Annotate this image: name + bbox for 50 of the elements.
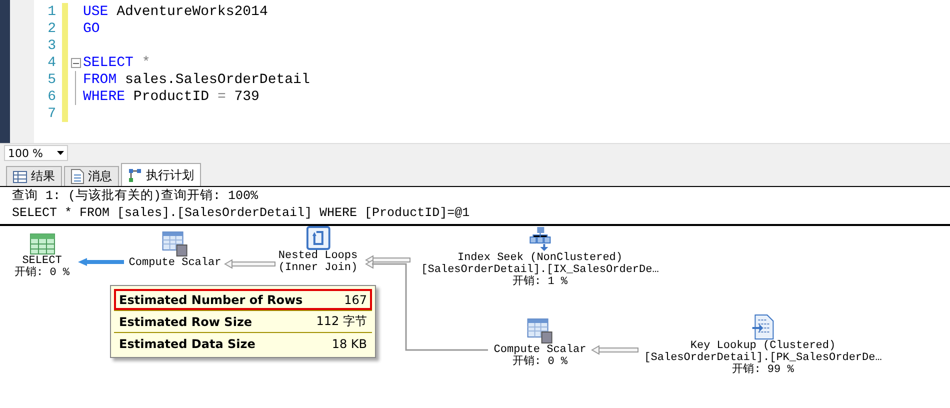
operator-name: Compute Scalar xyxy=(494,344,586,356)
data-flow-arrow xyxy=(591,345,638,355)
property-value: 167 xyxy=(344,292,367,306)
object-name: [SalesOrderDetail].[PK_SalesOrderDe… xyxy=(644,352,882,364)
operator-name: Compute Scalar xyxy=(128,257,222,269)
property-name: Estimated Row Size xyxy=(119,314,252,328)
calculator-table-icon xyxy=(162,231,188,257)
cost-label: 开销: 1 % xyxy=(512,276,568,288)
property-value: 18 KB xyxy=(332,336,367,350)
zoom-dropdown[interactable]: 100 % xyxy=(4,145,68,161)
line-number: 1 xyxy=(46,4,56,20)
code-line: SELECT * xyxy=(83,54,150,70)
caret-icon xyxy=(57,151,64,155)
table-icon xyxy=(29,233,55,255)
line-number: 2 xyxy=(46,20,56,36)
line-number: 7 xyxy=(46,106,56,122)
plan-icon xyxy=(128,168,142,182)
operator-name: Key Lookup (Clustered) xyxy=(690,340,836,352)
query-cost-text: 查询 1: (与该批有关的)查询开销: 100% xyxy=(12,188,260,205)
grid-icon xyxy=(13,170,27,182)
result-tab[interactable]: 结果 xyxy=(6,166,62,186)
operator-name: Index Seek (NonClustered) xyxy=(457,252,622,264)
property-name: Estimated Data Size xyxy=(119,336,256,350)
result-tab[interactable]: 消息 xyxy=(64,166,119,186)
code-line: GO xyxy=(83,20,100,36)
result-tab[interactable]: 执行计划 xyxy=(121,163,201,186)
operator-name: SELECT xyxy=(22,255,62,267)
cost-label: 开销: 0 % xyxy=(14,267,70,279)
collapse-icon[interactable] xyxy=(71,58,81,68)
line-number: 5 xyxy=(46,72,56,88)
binary-document-icon xyxy=(752,314,774,340)
property-name: Estimated Number of Rows xyxy=(119,292,303,306)
data-flow-arrow xyxy=(224,259,276,269)
operator-name: Nested Loops xyxy=(278,250,358,262)
code-line: USE AdventureWorks2014 xyxy=(83,4,268,20)
cost-label: 开销: 0 % xyxy=(512,356,568,368)
object-name: [SalesOrderDetail].[IX_SalesOrderDe… xyxy=(421,264,659,276)
cost-label: 开销: 99 % xyxy=(732,364,794,376)
loop-icon xyxy=(306,226,330,250)
query-statement: SELECT * FROM [sales].[SalesOrderDetail] WHERE [ProductID]=@1 xyxy=(12,205,471,222)
calculator-table-icon xyxy=(527,318,553,344)
line-number: 4 xyxy=(46,54,56,70)
property-value: 112 字节 xyxy=(316,313,367,330)
code-line: WHERE ProductID = 739 xyxy=(83,88,260,104)
operator-detail: (Inner Join) xyxy=(278,262,358,274)
code-line: FROM sales.SalesOrderDetail xyxy=(83,72,310,88)
document-icon xyxy=(71,169,84,184)
line-number: 6 xyxy=(46,88,56,104)
line-number: 3 xyxy=(46,38,56,54)
data-flow-arrow xyxy=(78,258,124,266)
